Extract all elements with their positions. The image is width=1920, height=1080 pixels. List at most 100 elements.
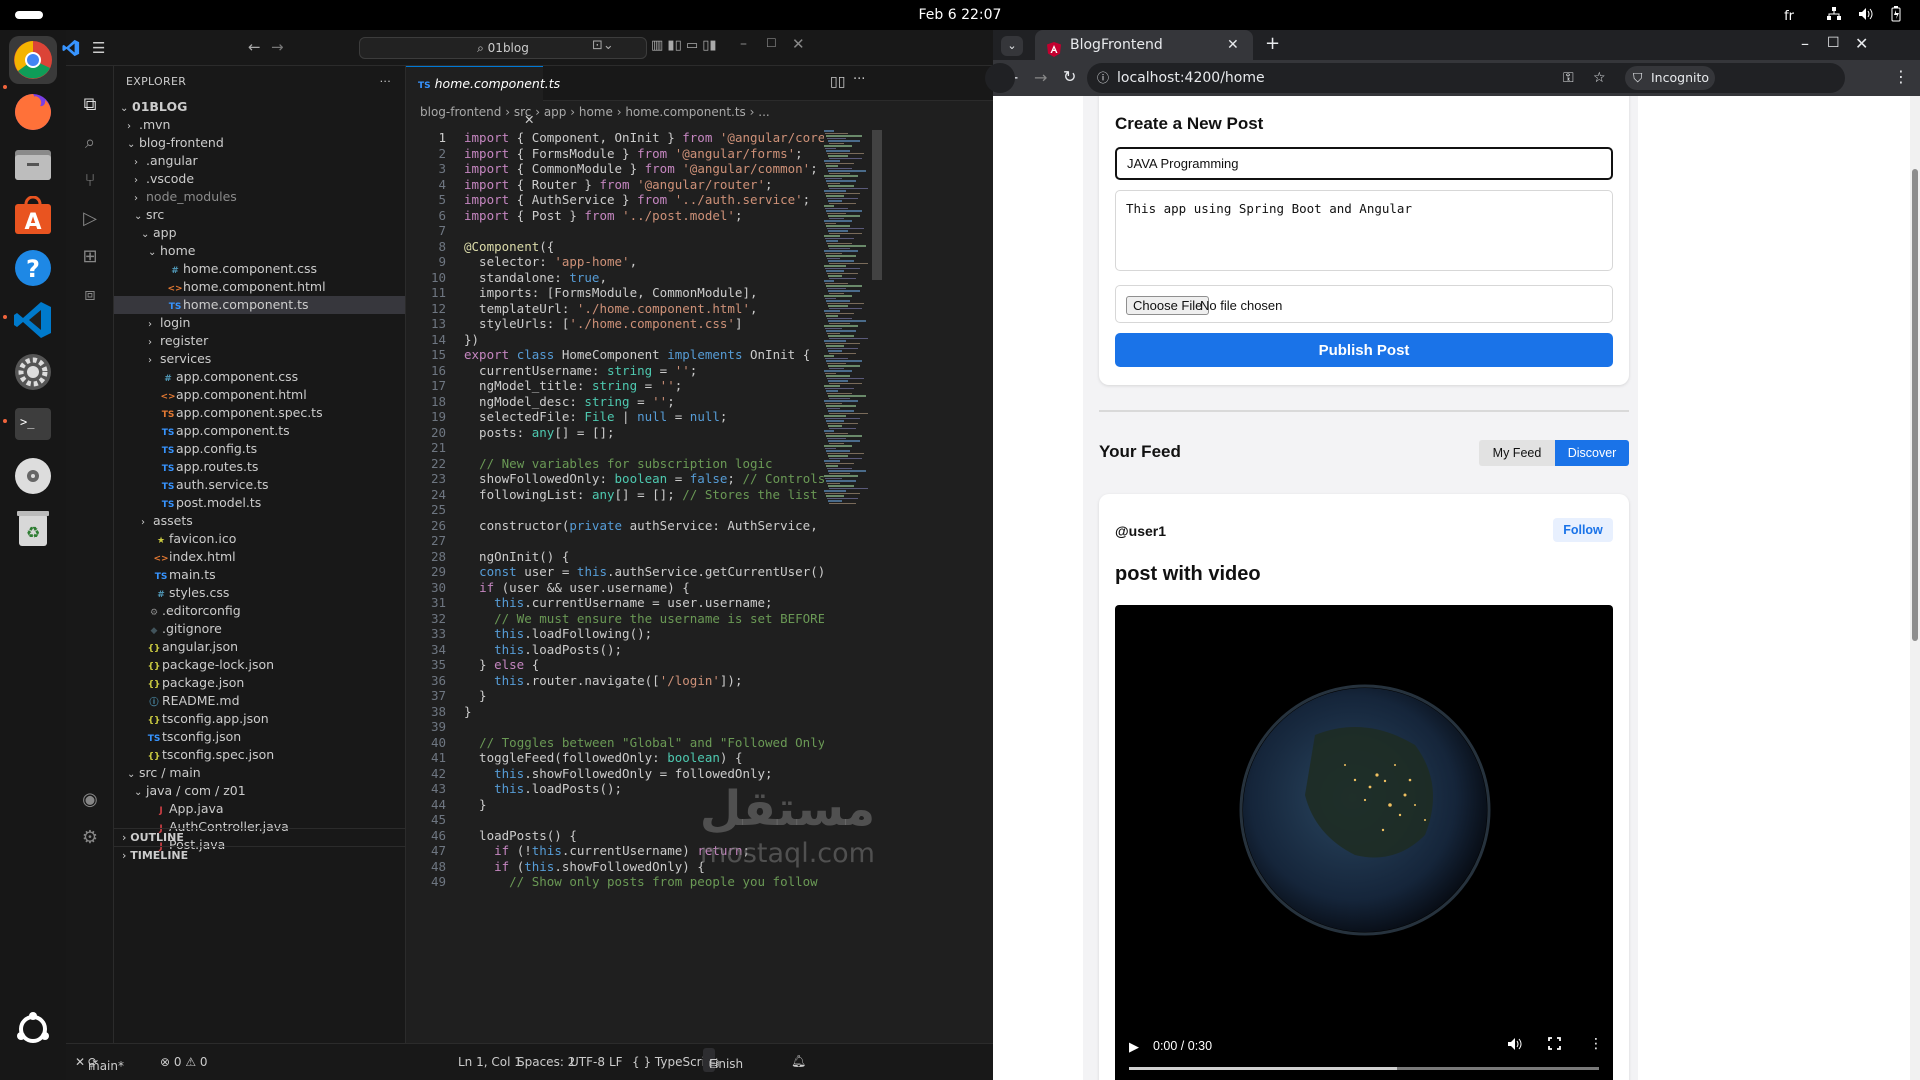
tree-item[interactable]: › register: [114, 332, 405, 350]
clock[interactable]: Feb 6 22:07: [0, 7, 1920, 23]
post-author[interactable]: @user1: [1115, 523, 1166, 539]
minimize-icon[interactable]: –: [740, 36, 747, 52]
bookmark-star-icon[interactable]: ☆: [1593, 63, 1606, 93]
code-line[interactable]: 42 this.showFollowedOnly = followedOnly;: [406, 766, 824, 782]
my-feed-button[interactable]: My Feed: [1479, 440, 1555, 466]
code-line[interactable]: 40 // Toggles between "Global" and "Foll…: [406, 735, 824, 751]
chrome-icon[interactable]: [9, 36, 57, 84]
code-line[interactable]: 3 import { CommonModule } from '@angular/…: [406, 161, 824, 177]
notifications-bell-icon[interactable]: 🔔︎: [791, 1054, 806, 1068]
code-line[interactable]: 24 followingList: any[] = []; // Stores …: [406, 487, 824, 503]
code-line[interactable]: 31 this.currentUsername = user.username;: [406, 595, 824, 611]
volume-icon[interactable]: [1858, 7, 1874, 25]
tree-item[interactable]: TS home.component.ts: [114, 296, 405, 314]
code-line[interactable]: 13 styleUrls: ['./home.component.css']: [406, 316, 824, 332]
omnibox[interactable]: ⓘ localhost:4200/home ⚿ ☆ ⛉ Incognito: [1087, 63, 1845, 93]
split-editor-icon[interactable]: ▯▯: [830, 74, 845, 90]
maximize-icon[interactable]: ☐: [1827, 35, 1840, 51]
tree-item[interactable]: ⚙ .editorconfig: [114, 602, 405, 620]
tree-item[interactable]: TS main.ts: [114, 566, 405, 584]
code-line[interactable]: 41 toggleFeed(followedOnly: boolean) {: [406, 750, 824, 766]
help-icon[interactable]: ?: [9, 244, 57, 292]
explorer-icon[interactable]: ⧉: [78, 93, 102, 117]
file-input[interactable]: Choose File No file chosen: [1115, 285, 1613, 323]
more-actions-icon[interactable]: ···: [380, 66, 391, 98]
files-icon[interactable]: [9, 140, 57, 188]
code-line[interactable]: 28 ngOnInit() {: [406, 549, 824, 565]
run-debug-icon[interactable]: ▷: [78, 207, 102, 231]
extensions-icon[interactable]: ⊞: [78, 245, 102, 269]
discover-button[interactable]: Discover: [1555, 440, 1629, 466]
tree-item[interactable]: ⌄ src: [114, 206, 405, 224]
account-icon[interactable]: ◉: [78, 788, 102, 812]
tab-blogfrontend[interactable]: BlogFrontend ✕: [1035, 30, 1253, 60]
code-line[interactable]: 12 templateUrl: './home.component.html',: [406, 301, 824, 317]
code-line[interactable]: 15 export class HomeComponent implements …: [406, 347, 824, 363]
code-line[interactable]: 21: [406, 440, 824, 456]
battery-icon[interactable]: [1890, 6, 1902, 26]
tree-item[interactable]: ⌄ home: [114, 242, 405, 260]
vscode-icon[interactable]: [9, 296, 57, 344]
password-key-icon[interactable]: ⚿: [1563, 63, 1574, 93]
code-line[interactable]: 36 this.router.navigate(['/login']);: [406, 673, 824, 689]
code-line[interactable]: 18 ngModel_desc: string = '';: [406, 394, 824, 410]
tree-item[interactable]: <>app.component.html: [114, 386, 405, 404]
code-line[interactable]: 26 constructor(private authService: Auth…: [406, 518, 824, 534]
tree-item[interactable]: › login: [114, 314, 405, 332]
video-progress-track[interactable]: [1129, 1067, 1599, 1070]
cursor-position[interactable]: Ln 1, Col 1: [458, 1055, 522, 1069]
tree-item[interactable]: # app.component.css: [114, 368, 405, 386]
breadcrumb-item[interactable]: blog-frontend: [420, 105, 501, 119]
breadcrumb-item[interactable]: ...: [758, 105, 769, 119]
incognito-badge[interactable]: ⛉ Incognito: [1625, 66, 1715, 90]
code-line[interactable]: 38}: [406, 704, 824, 720]
code-line[interactable]: 29 const user = this.authService.getCurr…: [406, 564, 824, 580]
indentation-status[interactable]: Spaces: 2: [517, 1055, 575, 1069]
tree-item[interactable]: TS app.config.ts: [114, 440, 405, 458]
manage-gear-icon[interactable]: ⚙: [78, 826, 102, 850]
tree-item[interactable]: ★ favicon.ico: [114, 530, 405, 548]
post-title-input[interactable]: JAVA Programming: [1115, 147, 1613, 180]
volume-icon[interactable]: [1507, 1037, 1523, 1055]
tree-item[interactable]: ⌄ 01BLOG: [114, 98, 405, 116]
code-editor[interactable]: 1 import { Component, OnInit } from '@ang…: [406, 130, 824, 1043]
chrome-menu-icon[interactable]: ⋮: [1893, 67, 1909, 86]
close-icon[interactable]: ✕: [1855, 34, 1868, 53]
eol-status[interactable]: LF: [609, 1055, 623, 1069]
code-line[interactable]: 34 this.loadPosts();: [406, 642, 824, 658]
code-line[interactable]: 33 this.loadFollowing();: [406, 626, 824, 642]
tree-item[interactable]: TS tsconfig.json: [114, 728, 405, 746]
back-arrow-icon[interactable]: ←: [248, 38, 261, 56]
trash-icon[interactable]: ♻: [9, 504, 57, 552]
code-line[interactable]: 10 standalone: true,: [406, 270, 824, 286]
video-player[interactable]: ▶ 0:00 / 0:30 ⋮: [1115, 605, 1613, 1080]
code-line[interactable]: 16 currentUsername: string = '';: [406, 363, 824, 379]
tree-item[interactable]: ⌄ src / main: [114, 764, 405, 782]
code-line[interactable]: 4 import { Router } from '@angular/router…: [406, 177, 824, 193]
network-icon[interactable]: [1826, 7, 1842, 25]
publish-post-button[interactable]: Publish Post: [1115, 333, 1613, 367]
tree-item[interactable]: {} angular.json: [114, 638, 405, 656]
code-line[interactable]: 37 }: [406, 688, 824, 704]
encoding-status[interactable]: UTF-8: [570, 1055, 605, 1069]
minimize-icon[interactable]: –: [1801, 34, 1809, 53]
code-line[interactable]: 27: [406, 533, 824, 549]
tree-item[interactable]: › .angular: [114, 152, 405, 170]
tree-item[interactable]: ⌄ java / com / z01: [114, 782, 405, 800]
tab-home-component-ts[interactable]: TS home.component.ts ✕: [406, 66, 560, 127]
tree-item[interactable]: › .vscode: [114, 170, 405, 188]
new-tab-icon[interactable]: +: [1265, 33, 1280, 54]
timeline-section[interactable]: › TIMELINE: [114, 846, 405, 864]
code-line[interactable]: 25: [406, 502, 824, 518]
settings-icon[interactable]: [9, 348, 57, 396]
code-line[interactable]: 14}): [406, 332, 824, 348]
page-scrollbar-thumb[interactable]: [1912, 169, 1918, 641]
breadcrumb-item[interactable]: home: [579, 105, 613, 119]
code-line[interactable]: 2 import { FormsModule } from '@angular/f…: [406, 146, 824, 162]
code-line[interactable]: 11 imports: [FormsModule, CommonModule],: [406, 285, 824, 301]
tree-item[interactable]: TS app.component.spec.ts: [114, 404, 405, 422]
fullscreen-icon[interactable]: [1548, 1037, 1561, 1054]
menu-icon[interactable]: ☰: [92, 39, 105, 57]
tree-item[interactable]: TS auth.service.ts: [114, 476, 405, 494]
tab-close-icon[interactable]: ✕: [1227, 30, 1239, 60]
